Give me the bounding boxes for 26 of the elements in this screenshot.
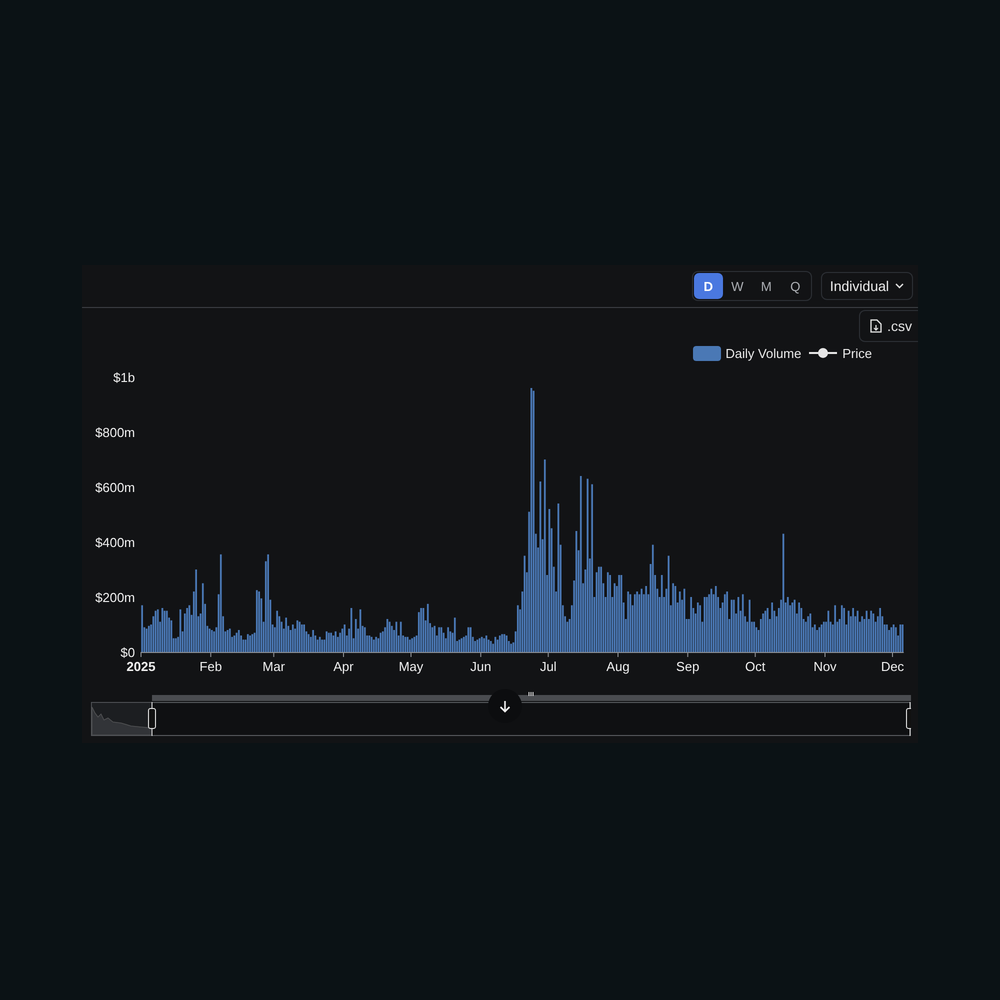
period-tab[interactable]: Q: [780, 273, 810, 299]
x-axis-label: Apr: [333, 659, 354, 674]
x-axis-label: May: [398, 659, 424, 674]
y-axis-label: $0: [120, 645, 135, 660]
period-tab[interactable]: D: [694, 273, 723, 299]
csv-download-button[interactable]: .csv: [859, 310, 918, 342]
x-axis-label: Aug: [606, 659, 630, 674]
x-axis-label: 2025: [126, 659, 156, 674]
legend-label: Price: [842, 346, 872, 360]
y-axis-label: $400m: [95, 535, 135, 550]
y-axis-label: $200m: [95, 590, 135, 605]
x-axis-label: Oct: [745, 659, 766, 674]
x-axis-label: Jun: [470, 659, 492, 674]
x-axis-label: Jul: [540, 659, 557, 674]
y-axis-label: $1b: [113, 370, 135, 385]
y-axis-label: $600m: [95, 480, 135, 495]
x-axis-label: Mar: [262, 659, 285, 674]
x-axis-label: Dec: [880, 659, 904, 674]
x-axis-label: Sep: [676, 659, 700, 674]
x-axis-label: Nov: [813, 659, 837, 674]
x-axis-label: Feb: [200, 659, 222, 674]
period-tab[interactable]: M: [752, 273, 781, 299]
mode-dropdown[interactable]: Individual: [820, 272, 913, 300]
period-tab[interactable]: W: [722, 273, 752, 299]
y-axis-label: $800m: [95, 425, 135, 440]
legend-label: Daily Volume: [726, 346, 802, 360]
